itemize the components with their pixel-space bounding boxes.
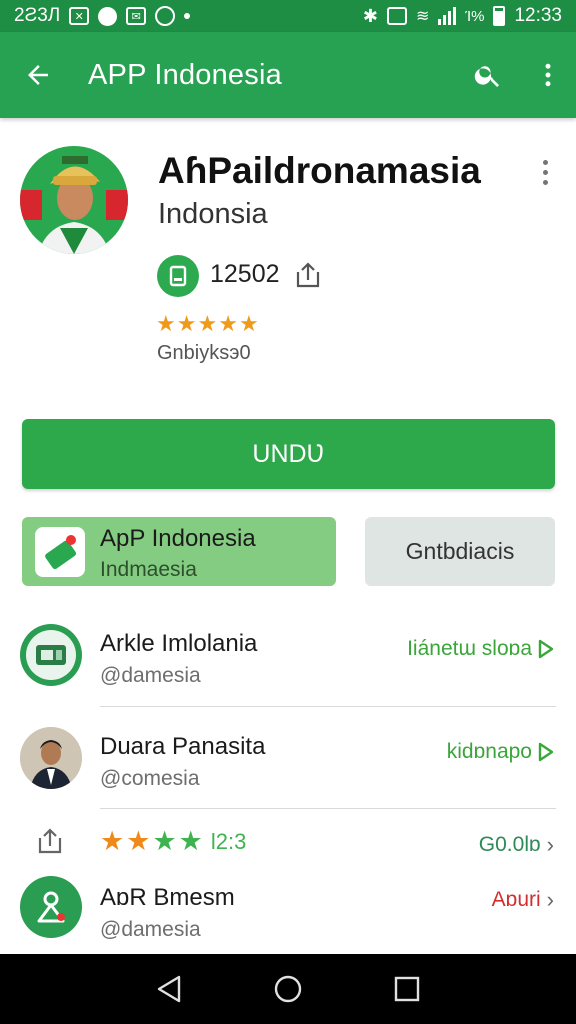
whatsapp-icon: [98, 6, 118, 26]
star-icon: ★: [126, 826, 151, 856]
secondary-card-button[interactable]: Gntbdiacis: [365, 517, 555, 586]
star-icon: ★: [218, 311, 238, 336]
photo-icon: ✕: [69, 7, 90, 25]
rating-stars: ★ ★ ★ ★ ★: [156, 311, 259, 337]
star-icon: ★: [176, 311, 197, 336]
dot-icon: [184, 13, 191, 19]
star-icon: ★: [156, 311, 176, 336]
star-icon: ★: [178, 826, 203, 856]
row-title: Duara Panasita: [100, 733, 266, 760]
share-button[interactable]: [292, 260, 324, 295]
rating-value: l2:3: [210, 829, 247, 854]
battery-icon: [493, 6, 506, 26]
square-recents-icon: [394, 976, 419, 1002]
nav-home-button[interactable]: [263, 964, 313, 1014]
row-action-button[interactable]: Aɒuri ›: [492, 887, 554, 913]
person-photo: [20, 727, 82, 789]
triangle-back-icon: [158, 975, 181, 1003]
status-clock: 12:33: [514, 5, 562, 26]
arrow-back-icon: [28, 65, 48, 85]
row-avatar: [20, 624, 82, 686]
profile-more-button[interactable]: [530, 152, 560, 192]
profile-avatar[interactable]: [20, 146, 128, 254]
row-action-label: kidɒnapo: [446, 740, 532, 763]
row-action-label: G0.0lɒ: [478, 833, 541, 856]
row-avatar: [20, 727, 82, 789]
back-button[interactable]: [0, 32, 76, 118]
download-badge-icon: [157, 255, 199, 297]
nav-recents-button[interactable]: [382, 964, 432, 1014]
row-action-button[interactable]: kidɒnapo: [447, 740, 554, 764]
app-bar-title: APP Indonesia: [88, 58, 282, 91]
battery-text: Ί%: [465, 7, 485, 25]
wifi-icon: ≋: [415, 8, 430, 25]
play-arrow-icon: [538, 742, 554, 762]
row-action-button[interactable]: Iiánetɯ sloɒa: [407, 637, 554, 661]
row-action-label: Aɒuri: [491, 888, 541, 911]
status-right: ✱ ≋ Ί% 12:33: [363, 5, 562, 27]
star-icon: ★: [100, 826, 125, 856]
download-count: 12502: [210, 260, 280, 288]
browser-icon: [155, 6, 176, 26]
play-arrow-icon: [538, 639, 554, 659]
status-bar: 2Ƨ3Л ✕ ✉ ✱ ≋ Ί% 12:33: [0, 0, 576, 32]
share-row-button[interactable]: [34, 826, 68, 858]
star-icon: ★: [152, 826, 177, 856]
row-title: Arkle Imlolania: [100, 630, 258, 657]
row-action-label: Iiánetɯ sloɒa: [407, 637, 532, 660]
install-button[interactable]: UNDƲ: [22, 419, 555, 489]
app-subtitle: Indonsia: [158, 198, 268, 230]
share-icon: [296, 262, 320, 288]
vibrate-icon: [386, 7, 407, 25]
profile-caption: Gnbiyksэ0: [157, 342, 251, 364]
row-title: AɒR Bmesm: [100, 884, 235, 911]
app-card[interactable]: ApP Indonesia Indmaesia: [22, 517, 336, 586]
overflow-menu-button[interactable]: [520, 32, 576, 118]
app-card-icon: [35, 527, 85, 577]
rating-row-stars: ★ ★ ★ ★ l2:3: [100, 826, 246, 858]
row-avatar: [20, 876, 82, 938]
profile-avatar-image: [20, 146, 128, 254]
row-subtitle: @damesia: [100, 664, 201, 687]
system-nav-bar: [0, 954, 576, 1024]
circle-home-icon: [274, 975, 302, 1003]
mail-icon: ✉: [126, 7, 147, 25]
chevron-right-icon: ›: [546, 887, 554, 912]
search-icon: [474, 66, 499, 87]
person-outline-icon: [37, 891, 65, 923]
row-subtitle: @comesia: [100, 767, 200, 790]
app-bar: APP Indonesia: [0, 32, 576, 118]
more-vert-icon: [545, 63, 551, 87]
app-card-subtitle: Indmaesia: [100, 558, 197, 581]
row-subtitle: @damesia: [100, 918, 201, 941]
bluetooth-icon: ✱: [362, 5, 378, 26]
star-icon: ★: [197, 311, 218, 336]
app-page: 2Ƨ3Л ✕ ✉ ✱ ≋ Ί% 12:33 APP Indonesia AɦPa…: [0, 0, 576, 1024]
card-icon: [36, 645, 66, 665]
chevron-right-icon: ›: [546, 832, 554, 857]
divider: [100, 706, 556, 707]
signal-icon: [438, 7, 457, 25]
app-name: AɦPaildronamasia: [158, 150, 481, 191]
status-time-left: 2Ƨ3Л: [14, 5, 61, 26]
divider: [100, 808, 556, 809]
star-icon: ★: [238, 311, 259, 336]
share-icon: [38, 828, 62, 854]
status-left: 2Ƨ3Л ✕ ✉: [14, 5, 191, 27]
search-button[interactable]: [456, 32, 520, 118]
app-card-title: ApP Indonesia: [100, 525, 256, 552]
row-action-button[interactable]: G0.0lɒ ›: [479, 832, 554, 858]
nav-back-button[interactable]: [144, 964, 194, 1014]
